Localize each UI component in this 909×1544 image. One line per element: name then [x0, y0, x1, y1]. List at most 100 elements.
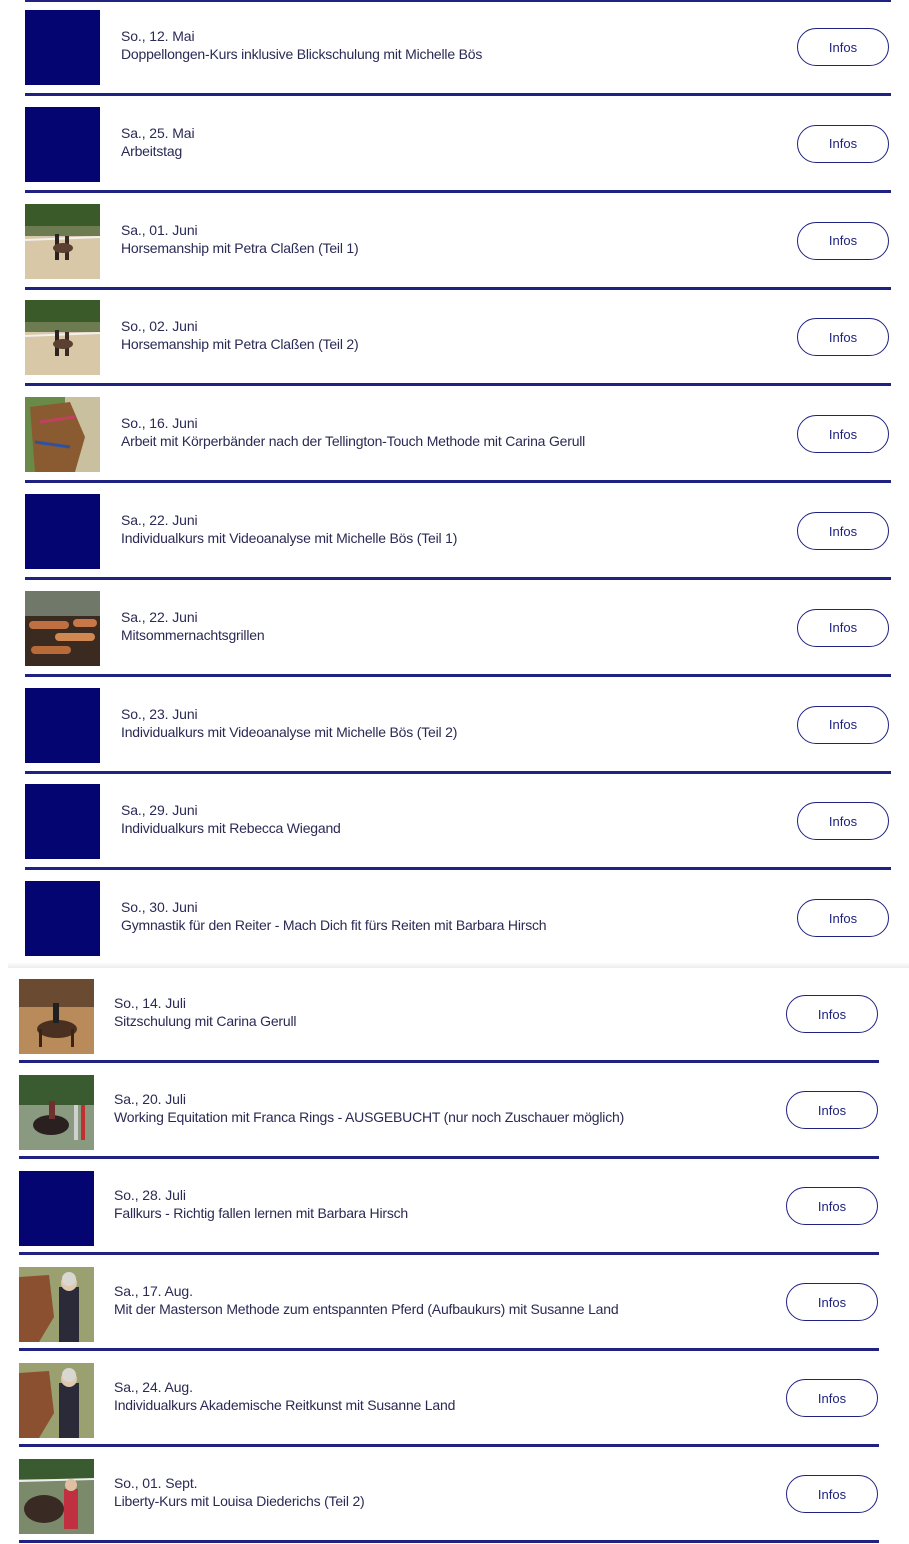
event-row: So., 14. Juli Sitzschulung mit Carina Ger… — [0, 968, 909, 1064]
event-image-placeholder — [19, 1171, 94, 1246]
event-text: So., 28. Juli Fallkurs - Richtig fallen l… — [114, 1186, 408, 1222]
row-separator — [25, 480, 891, 484]
row-separator — [19, 1444, 879, 1447]
event-row: So., 16. Juni Arbeit mit Körperbänder nac… — [0, 387, 909, 484]
event-title: Individualkurs mit Videoanalyse mit Mich… — [121, 723, 458, 740]
event-date: So., 28. Juli — [114, 1187, 186, 1203]
event-date: Sa., 01. Juni — [121, 221, 198, 238]
event-title: Individualkurs mit Videoanalyse mit Mich… — [121, 530, 458, 546]
event-text: Sa., 29. Juni Individualkurs mit Rebecca … — [121, 801, 341, 837]
event-row: So., 28. Juli Fallkurs - Richtig fallen l… — [0, 1160, 909, 1256]
event-row: Sa., 17. Aug. Mit der Masterson Methode z… — [0, 1256, 909, 1352]
row-separator — [25, 673, 891, 677]
event-image — [19, 1075, 94, 1150]
event-title: Horsemanship mit Petra Claßen (Teil 1) — [121, 239, 359, 256]
infos-button[interactable]: Infos — [797, 415, 889, 454]
row-separator — [25, 577, 891, 580]
event-text: So., 12. Mai Doppellongen-Kurs inklusive … — [121, 27, 482, 63]
infos-button[interactable]: Infos — [797, 318, 889, 357]
infos-button[interactable]: Infos — [786, 1187, 878, 1225]
event-text: Sa., 24. Aug. Individualkurs Akademische … — [114, 1378, 455, 1414]
event-row: So., 23. Juni Individualkurs mit Videoana… — [0, 678, 909, 775]
event-title: Mit der Masterson Methode zum entspannte… — [114, 1301, 619, 1317]
event-image — [19, 1459, 94, 1534]
event-date: So., 16. Juni — [121, 415, 198, 432]
event-title: Individualkurs mit Rebecca Wiegand — [121, 820, 341, 837]
row-separator — [25, 383, 891, 387]
event-date: So., 14. Juli — [114, 995, 186, 1011]
event-row: Sa., 22. Juni Individualkurs mit Videoana… — [0, 484, 909, 581]
infos-button[interactable]: Infos — [786, 995, 878, 1033]
infos-button[interactable]: Infos — [786, 1379, 878, 1417]
event-row: Sa., 24. Aug. Individualkurs Akademische … — [0, 1352, 909, 1448]
event-image — [19, 1267, 94, 1342]
event-date: Sa., 22. Juni — [121, 512, 198, 528]
event-text: Sa., 22. Juni Mitsommernachtsgrillen — [121, 608, 265, 644]
infos-button[interactable]: Infos — [797, 512, 889, 550]
event-row: So., 01. Sept. Liberty-Kurs mit Louisa Di… — [0, 1448, 909, 1544]
event-date: Sa., 24. Aug. — [114, 1379, 193, 1395]
row-separator — [19, 1060, 879, 1063]
event-title: Working Equitation mit Franca Rings - AU… — [114, 1109, 625, 1125]
event-row: Sa., 22. Juni Mitsommernachtsgrillen Infos — [0, 581, 909, 678]
event-text: So., 30. Juni Gymnastik für den Reiter - … — [121, 898, 547, 934]
event-date: Sa., 17. Aug. — [114, 1283, 193, 1299]
event-date: So., 23. Juni — [121, 705, 198, 722]
event-image-placeholder — [25, 494, 100, 569]
event-date: Sa., 29. Juni — [121, 802, 198, 819]
row-separator — [25, 93, 891, 96]
event-date: Sa., 25. Mai — [121, 124, 195, 141]
infos-button[interactable]: Infos — [786, 1283, 878, 1321]
event-image — [25, 300, 100, 376]
event-text: So., 01. Sept. Liberty-Kurs mit Louisa Di… — [114, 1474, 365, 1510]
infos-button[interactable]: Infos — [797, 221, 889, 260]
event-date: So., 30. Juni — [121, 899, 198, 916]
event-text: So., 02. Juni Horsemanship mit Petra Claß… — [121, 317, 359, 353]
event-text: So., 14. Juli Sitzschulung mit Carina Ger… — [114, 994, 296, 1030]
row-separator — [19, 1156, 879, 1159]
event-row: So., 12. Mai Doppellongen-Kurs inklusive … — [0, 0, 909, 97]
infos-button[interactable]: Infos — [786, 1091, 878, 1129]
infos-button[interactable]: Infos — [797, 705, 889, 744]
event-title: Arbeitstag — [121, 142, 183, 159]
event-title: Gymnastik für den Reiter - Mach Dich fit… — [121, 917, 547, 934]
infos-button[interactable]: Infos — [797, 124, 889, 163]
infos-button[interactable]: Infos — [797, 899, 889, 938]
event-row: Sa., 25. Mai Arbeitstag Infos — [0, 97, 909, 194]
event-image — [25, 590, 100, 666]
event-image-placeholder — [25, 881, 100, 957]
event-row: Sa., 29. Juni Individualkurs mit Rebecca … — [0, 774, 909, 871]
row-separator — [25, 867, 891, 871]
event-date: Sa., 22. Juni — [121, 608, 198, 625]
event-title: Individualkurs Akademische Reitkunst mit… — [114, 1397, 456, 1413]
event-title: Arbeit mit Körperbänder nach der Telling… — [121, 433, 586, 450]
row-separator — [25, 770, 891, 774]
event-image-placeholder — [25, 106, 100, 182]
event-text: Sa., 20. Juli Working Equitation mit Fran… — [114, 1090, 624, 1126]
event-image — [25, 397, 100, 473]
event-image-placeholder — [25, 687, 100, 763]
event-title: Mitsommernachtsgrillen — [121, 626, 265, 643]
row-separator — [25, 189, 891, 193]
events-list-section-1: So., 12. Mai Doppellongen-Kurs inklusive … — [0, 0, 909, 968]
events-list-section-2: So., 14. Juli Sitzschulung mit Carina Ger… — [0, 962, 909, 1543]
event-title: Horsemanship mit Petra Claßen (Teil 2) — [121, 336, 359, 353]
event-text: Sa., 17. Aug. Mit der Masterson Methode z… — [114, 1282, 619, 1318]
event-image — [19, 1363, 94, 1438]
event-row: Sa., 20. Juli Working Equitation mit Fran… — [0, 1064, 909, 1160]
event-image — [19, 979, 94, 1054]
event-row: So., 30. Juni Gymnastik für den Reiter - … — [0, 871, 909, 968]
event-title: Sitzschulung mit Carina Gerull — [114, 1013, 297, 1029]
row-separator — [19, 1540, 879, 1543]
event-title: Liberty-Kurs mit Louisa Diederichs (Teil… — [114, 1493, 365, 1509]
event-image-placeholder — [25, 784, 100, 860]
row-separator — [19, 1252, 879, 1255]
infos-button[interactable]: Infos — [797, 28, 889, 66]
infos-button[interactable]: Infos — [786, 1475, 878, 1513]
event-date: So., 02. Juni — [121, 318, 198, 335]
event-text: Sa., 01. Juni Horsemanship mit Petra Claß… — [121, 221, 359, 257]
event-image-placeholder — [25, 10, 100, 85]
infos-button[interactable]: Infos — [797, 802, 889, 841]
event-title: Doppellongen-Kurs inklusive Blickschulun… — [121, 46, 483, 62]
infos-button[interactable]: Infos — [797, 608, 889, 647]
